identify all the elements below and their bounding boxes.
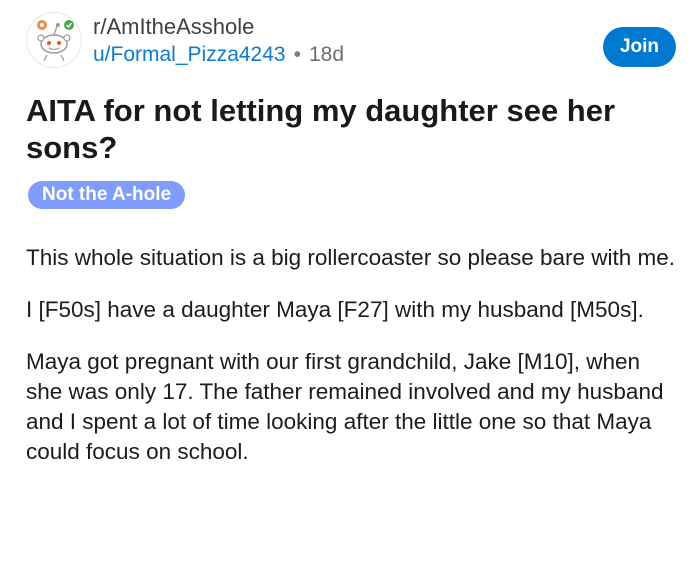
post-body: This whole situation is a big rollercoas… xyxy=(26,243,676,489)
body-paragraph: I [F50s] have a daughter Maya [F27] with… xyxy=(26,297,644,322)
post-age: 18d xyxy=(308,43,345,66)
post-meta: u/Formal_Pizza4243 • 18d xyxy=(93,42,344,68)
body-paragraph: Maya got pregnant with our first grandch… xyxy=(26,349,664,464)
meta-separator: • xyxy=(293,43,301,66)
subreddit-name[interactable]: r/AmItheAsshole xyxy=(93,14,254,40)
post-title[interactable]: AITA for not letting my daughter see her… xyxy=(26,92,676,166)
join-button[interactable]: Join xyxy=(603,27,676,67)
post-card: r/AmItheAsshole u/Formal_Pizza4243 • 18d J… xyxy=(0,0,700,576)
subreddit-avatar-graphic xyxy=(28,14,80,66)
post-header: r/AmItheAsshole u/Formal_Pizza4243 • 18d J… xyxy=(26,12,676,70)
body-paragraph: This whole situation is a big rollercoas… xyxy=(26,245,676,270)
author-link[interactable]: u/Formal_Pizza4243 xyxy=(93,43,286,66)
subreddit-avatar-icon[interactable] xyxy=(26,12,82,68)
post-flair-badge[interactable]: Not the A-hole xyxy=(28,181,186,209)
